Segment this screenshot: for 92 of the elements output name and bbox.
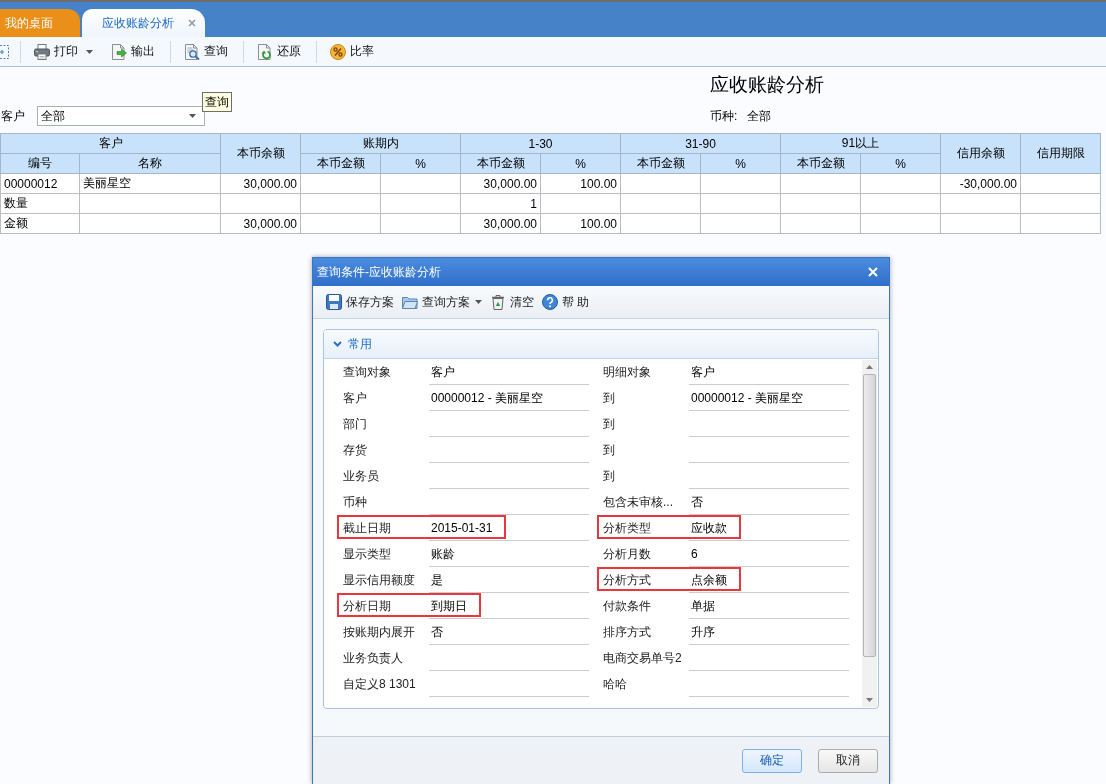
field-label: 包含未审核... xyxy=(603,493,673,511)
toolbar-button[interactable]: 查询 xyxy=(179,39,233,64)
input-field[interactable]: 否 xyxy=(429,619,589,645)
column-header: 信用期限 xyxy=(1020,133,1101,174)
field-label: 付款条件 xyxy=(603,597,651,615)
field-label: 到 xyxy=(603,415,615,433)
field-label: 分析类型 xyxy=(603,519,651,537)
input-field[interactable]: 00000012 - 美丽星空 xyxy=(689,385,849,411)
field-label: 到 xyxy=(603,441,615,459)
currency-label: 币种: xyxy=(710,107,738,125)
column-header: 信用余额 xyxy=(940,133,1021,174)
input-field[interactable]: 点余额 xyxy=(689,567,849,593)
field-label: 截止日期 xyxy=(343,519,391,537)
scrollbar[interactable] xyxy=(862,360,877,707)
input-field[interactable]: 账龄 xyxy=(429,541,589,567)
input-field[interactable]: 到期日 xyxy=(429,593,589,619)
field-label: 按账期内展开 xyxy=(343,623,415,641)
field-label: 查询对象 xyxy=(343,363,391,381)
input-field[interactable]: 单据 xyxy=(689,593,849,619)
caret-icon xyxy=(189,114,196,118)
toolbar-button[interactable]: 保存方案 xyxy=(324,290,396,314)
printer-icon xyxy=(34,43,50,60)
close-button[interactable] xyxy=(868,267,878,277)
dialog-button[interactable]: 取消 xyxy=(818,748,878,773)
close-icon xyxy=(868,267,878,277)
input-field[interactable]: 否 xyxy=(689,489,849,515)
column-header: 1-30 xyxy=(460,133,621,154)
tab[interactable]: 应收账龄分析 xyxy=(82,9,205,37)
input-field[interactable]: 升序 xyxy=(689,619,849,645)
down-arrow-icon[interactable] xyxy=(866,698,873,702)
plus-box-icon[interactable] xyxy=(0,43,10,60)
input-field[interactable]: 是 xyxy=(429,567,589,593)
field-label: 币种 xyxy=(343,493,367,511)
field-label: 自定义8 1301 xyxy=(343,675,416,693)
filter-label: 客户 xyxy=(1,107,25,125)
folder-icon xyxy=(402,294,418,310)
input-field[interactable]: 6 xyxy=(689,541,849,567)
tooltip: 查询 xyxy=(202,92,232,112)
column-header: 客户 xyxy=(0,133,221,154)
input-field[interactable]: 应收款 xyxy=(689,515,849,541)
caret-icon xyxy=(475,300,482,304)
toolbar-button[interactable]: 帮 助 xyxy=(540,290,592,314)
toolbar-button[interactable]: 输出 xyxy=(106,39,160,64)
field-label: 存货 xyxy=(343,441,367,459)
caret-icon xyxy=(86,49,93,54)
toolbar-button[interactable]: 打印 xyxy=(29,39,98,64)
field-label: 显示信用额度 xyxy=(343,571,415,589)
table-cell: 00000012 xyxy=(0,173,80,194)
toolbar-button[interactable]: 还原 xyxy=(252,39,306,64)
toolbar-button[interactable]: 比率 xyxy=(325,39,379,64)
field-label: 业务员 xyxy=(343,467,379,485)
field-label: 哈哈 xyxy=(603,675,627,693)
document-magnifier-icon xyxy=(184,43,200,60)
field-label: 客户 xyxy=(343,389,367,407)
help-icon xyxy=(542,294,558,310)
document-arrow-icon xyxy=(111,43,127,60)
field-label: 分析月数 xyxy=(603,545,651,563)
field-label: 明细对象 xyxy=(603,363,651,381)
scrollbar-thumb[interactable] xyxy=(863,374,876,657)
field-label: 到 xyxy=(603,467,615,485)
table-cell: 金额 xyxy=(0,213,80,234)
field-label: 部门 xyxy=(343,415,367,433)
field-label: 电商交易单号2 xyxy=(603,649,682,667)
up-arrow-icon[interactable] xyxy=(866,365,873,369)
input-field[interactable]: 2015-01-31 xyxy=(429,515,589,541)
field-label: 显示类型 xyxy=(343,545,391,563)
input-field[interactable]: 客户 xyxy=(689,359,849,385)
field-label: 到 xyxy=(603,389,615,407)
field-label: 分析方式 xyxy=(603,571,651,589)
field-label: 业务负责人 xyxy=(343,649,403,667)
table-cell: 数量 xyxy=(0,193,80,214)
column-header: 编号 xyxy=(0,153,80,174)
currency-value: 全部 xyxy=(747,107,772,125)
dialog-title: 查询条件-应收账龄分析 xyxy=(317,263,441,281)
column-header: 91以上 xyxy=(780,133,941,154)
section-header[interactable]: 常用 xyxy=(324,330,878,359)
toolbar-button[interactable]: 查询方案 xyxy=(400,290,484,314)
field-label: 排序方式 xyxy=(603,623,651,641)
dialog-button[interactable]: 确定 xyxy=(742,748,802,773)
trash-can-icon xyxy=(490,294,506,310)
input-field[interactable]: 00000012 - 美丽星空 xyxy=(429,385,589,411)
toolbar-button[interactable]: 清空 xyxy=(488,290,536,314)
input-field[interactable]: 客户 xyxy=(429,359,589,385)
percent-icon xyxy=(330,43,346,60)
column-header: 账期内 xyxy=(300,133,461,154)
document-refresh-icon xyxy=(257,43,273,60)
dropdown-field[interactable]: 全部 xyxy=(37,106,205,126)
close-icon[interactable] xyxy=(188,19,196,27)
column-header: 本币余额 xyxy=(220,133,301,174)
report-title: 应收账龄分析 xyxy=(710,73,824,97)
field-label: 分析日期 xyxy=(343,597,391,615)
column-header: 31-90 xyxy=(620,133,781,154)
